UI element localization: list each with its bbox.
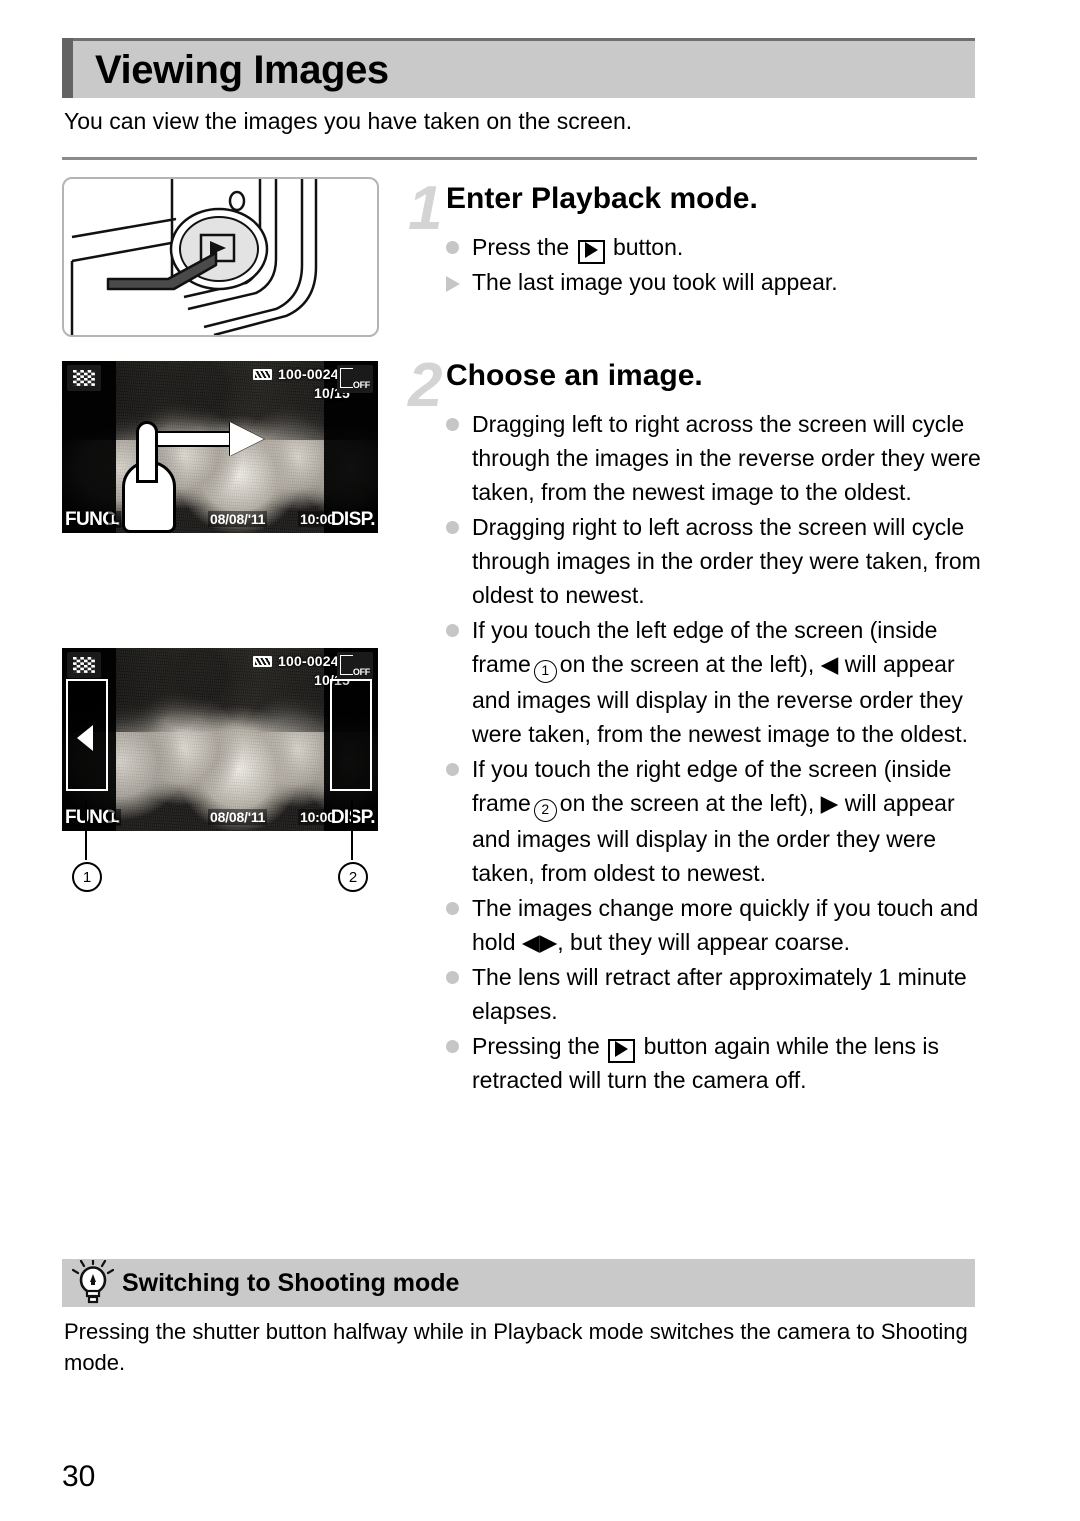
bullet-dot-marker — [446, 613, 472, 637]
bullet-text-after: button. — [612, 234, 684, 260]
step-1-bullets: Press the button. The last image you too… — [446, 230, 998, 300]
index-view-icon[interactable] — [67, 365, 101, 391]
tip-title: Switching to Shooting mode — [122, 1268, 460, 1297]
header-accent-bar — [62, 38, 73, 98]
left-arrow-icon — [77, 725, 93, 751]
section-header: Viewing Images — [62, 38, 975, 98]
index-view-icon[interactable] — [67, 652, 101, 678]
movie-off-icon[interactable]: OFF — [337, 365, 373, 393]
tip-box-header: Switching to Shooting mode — [62, 1257, 975, 1307]
page-number: 30 — [62, 1460, 96, 1493]
step-2-number: 2 — [408, 351, 443, 420]
touch-zone-frame-1[interactable] — [66, 679, 108, 791]
battery-icon — [253, 656, 272, 667]
lcd-folder-file-2: 100-0024 — [278, 653, 339, 669]
movie-off-label: OFF — [352, 667, 370, 677]
lcd-date-1: 08/08/'11 — [208, 511, 268, 527]
step-2-bullets: Dragging left to right across the screen… — [446, 407, 998, 1098]
bullet-dot-marker — [446, 407, 472, 431]
lightbulb-icon — [71, 1257, 115, 1306]
bullet-text-before: Press the — [472, 234, 570, 260]
step-1-number: 1 — [408, 174, 443, 243]
playback-button-icon — [608, 1039, 636, 1063]
image-quality-label-1: L — [108, 511, 122, 528]
playback-button-icon — [577, 240, 605, 264]
lcd-bottom-bar-2: FUNC. L 08/08/'11 10:00 DISP. — [62, 797, 378, 831]
bullet-text-before: Pressing the — [472, 1033, 600, 1059]
bullet-item: The lens will retract after approximatel… — [446, 960, 998, 1028]
bullet-item: Dragging right to left across the screen… — [446, 510, 998, 612]
bullet-dot-marker — [446, 960, 472, 984]
page-title: Viewing Images — [95, 47, 389, 92]
camera-body-illustration — [70, 179, 318, 335]
tip-body-text: Pressing the shutter button halfway whil… — [64, 1319, 968, 1375]
bullet-text: The lens will retract after approximatel… — [472, 964, 967, 1024]
bullet-text: Dragging right to left across the screen… — [472, 514, 981, 608]
touch-zone-frame-2[interactable] — [330, 679, 372, 791]
callout-circle-2: 2 — [338, 862, 368, 892]
bullet-dot-marker — [446, 752, 472, 776]
image-quality-label-2: L — [108, 809, 122, 826]
lcd-date-2: 08/08/'11 — [208, 809, 268, 825]
step-1-title: Enter Playback mode. — [446, 182, 758, 215]
bullet-text: The images change more quickly if you to… — [472, 895, 979, 955]
bullet-item: The last image you took will appear. — [446, 265, 998, 299]
step-2-title: Choose an image. — [446, 359, 703, 392]
disp-button-label-1[interactable]: DISP. — [331, 509, 376, 531]
battery-icon — [253, 369, 272, 380]
circled-number-1-icon: 1 — [533, 660, 557, 683]
bullet-item: Dragging left to right across the screen… — [446, 407, 998, 509]
header-bar: Viewing Images — [73, 38, 975, 98]
movie-off-label: OFF — [352, 380, 370, 390]
bullet-text: Dragging left to right across the screen… — [472, 411, 981, 505]
figure-lcd-drag-gesture: 100-0024 10/15 OFF FUNC. L 08/08/'11 10:… — [62, 361, 378, 533]
lcd-folder-file-1: 100-0024 — [278, 366, 339, 382]
movie-off-icon[interactable]: OFF — [337, 652, 373, 680]
lcd-bottom-bar-1: FUNC. L 08/08/'11 10:00 DISP. — [62, 499, 378, 533]
figure-camera-playback-button — [62, 177, 379, 337]
bullet-dot-marker — [446, 891, 472, 915]
callout-leader-line-2 — [351, 800, 353, 860]
intro-text: You can view the images you have taken o… — [64, 108, 633, 134]
bullet-item: Press the button. — [446, 230, 998, 264]
callout-circle-1: 1 — [72, 862, 102, 892]
figure-lcd-touch-edges: 100-0024 10/15 OFF FUNC. L 08/08/'11 10:… — [62, 648, 378, 831]
bullet-item: Pressing the button again while the lens… — [446, 1029, 998, 1097]
bullet-text: The last image you took will appear. — [472, 269, 838, 295]
bullet-dot-marker — [446, 510, 472, 534]
bullet-item: The images change more quickly if you to… — [446, 891, 998, 959]
bullet-dot-marker — [446, 1029, 472, 1053]
bullet-triangle-marker — [446, 265, 472, 292]
bullet-dot-marker — [446, 230, 472, 254]
circled-number-2-icon: 2 — [533, 799, 557, 822]
bullet-item: If you touch the left edge of the screen… — [446, 613, 998, 751]
bullet-item: If you touch the right edge of the scree… — [446, 752, 998, 890]
header-divider — [62, 157, 977, 160]
callout-leader-line-1 — [85, 800, 87, 860]
